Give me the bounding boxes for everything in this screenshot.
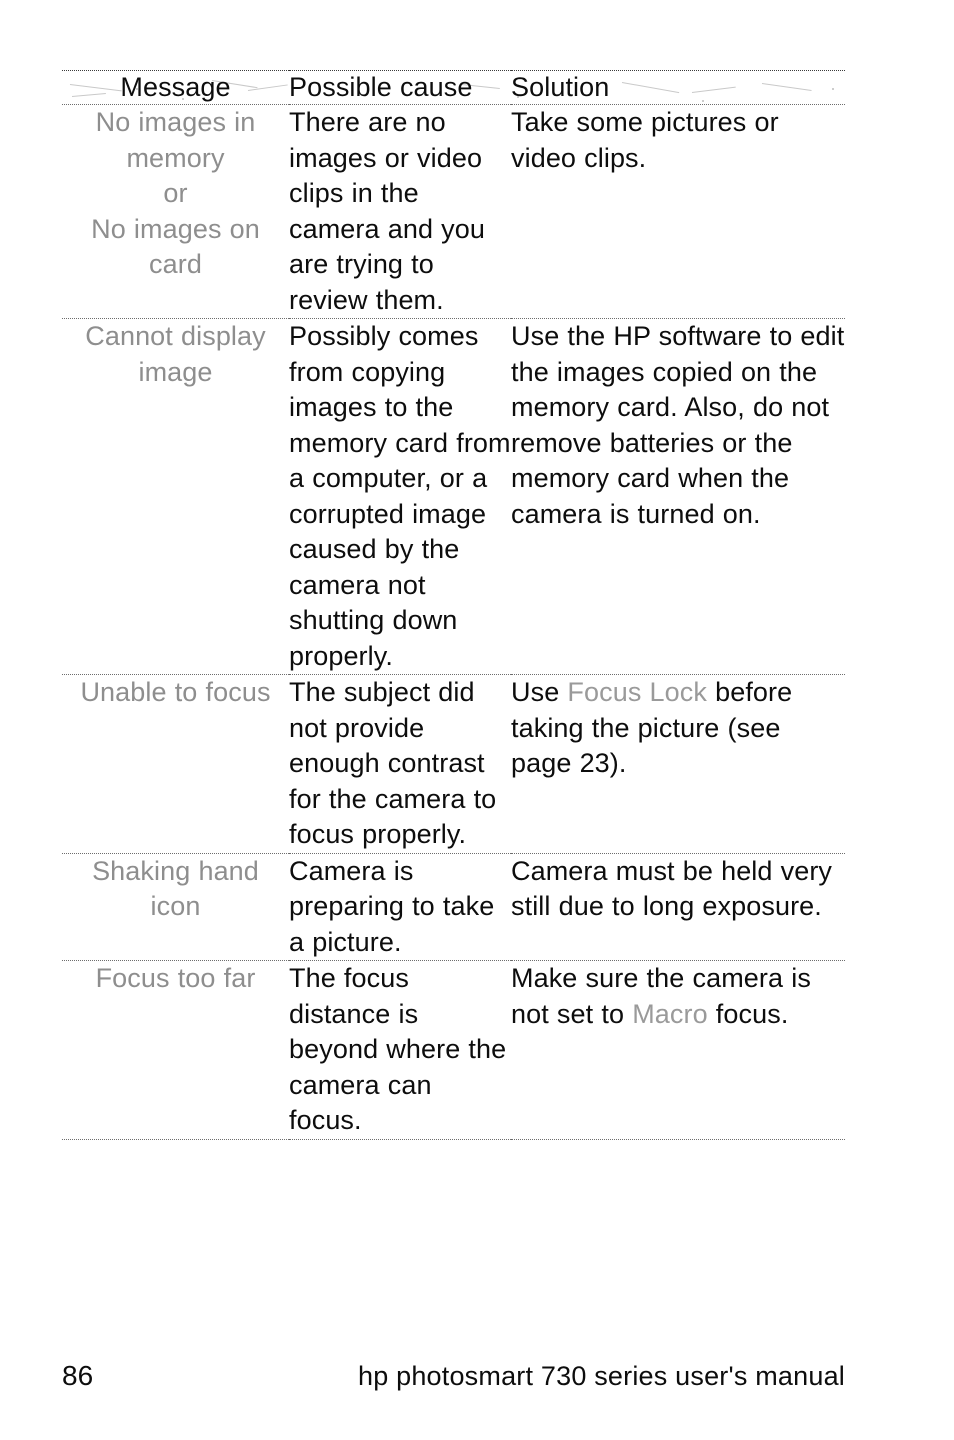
page-footer: 86 hp photosmart 730 series user's manua… [62, 1358, 845, 1398]
cell-message: Focus too far [95, 963, 256, 993]
cell-solution: Camera must be held very still due to lo… [511, 855, 833, 922]
cell-solution: Use the HP software to edit the images c… [511, 321, 845, 529]
troubleshooting-table: Message Possible cause Solution No image… [62, 70, 845, 1140]
column-header-possible-cause: Possible cause [289, 72, 473, 102]
column-header-solution: Solution [511, 72, 610, 102]
table-body: No images in memory or No images on card The… [62, 104, 845, 1139]
table-header: Message Possible cause Solution [62, 70, 845, 105]
cell-message: No images in memory or No images on card [91, 107, 260, 279]
document-page: Message Possible cause Solution No image… [0, 0, 954, 1440]
table-row: Unable to focus The subject did not prov… [62, 674, 845, 854]
table-row: Shaking hand icon Camera is preparing to … [62, 853, 845, 961]
cell-possible-cause: There are no images or video clips in th… [289, 107, 486, 315]
cell-solution: Take some pictures or video clips. [511, 107, 779, 173]
cell-possible-cause: The subject did not provide enough contr… [289, 677, 497, 849]
cell-possible-cause: The focus distance is beyond where the c… [289, 963, 507, 1135]
cell-message: Cannot display image [85, 321, 266, 387]
cell-message: Unable to focus [80, 677, 271, 707]
ui-term: Focus Lock [567, 677, 707, 707]
footer-manual-title: hp photosmart 730 series user's manual [357, 1361, 845, 1391]
ui-term: Macro [632, 998, 708, 1029]
cell-message: Shaking hand icon [92, 855, 259, 922]
page-number: 86 [62, 1360, 94, 1391]
cell-solution: Make sure the camera is not set to Macro… [511, 963, 811, 1029]
cell-possible-cause: Possibly comes from copying images to th… [289, 321, 511, 671]
table-header-row: Message Possible cause Solution [62, 70, 845, 105]
column-header-message: Message [120, 72, 231, 102]
table-row: Cannot display image Possibly comes from … [62, 318, 845, 675]
cell-solution: Use Focus Lock before taking the picture… [511, 677, 793, 778]
cell-possible-cause: Camera is preparing to take a picture. [289, 855, 495, 957]
table-row: Focus too far The focus distance is beyo… [62, 960, 845, 1139]
table-row: No images in memory or No images on card The… [62, 104, 845, 319]
